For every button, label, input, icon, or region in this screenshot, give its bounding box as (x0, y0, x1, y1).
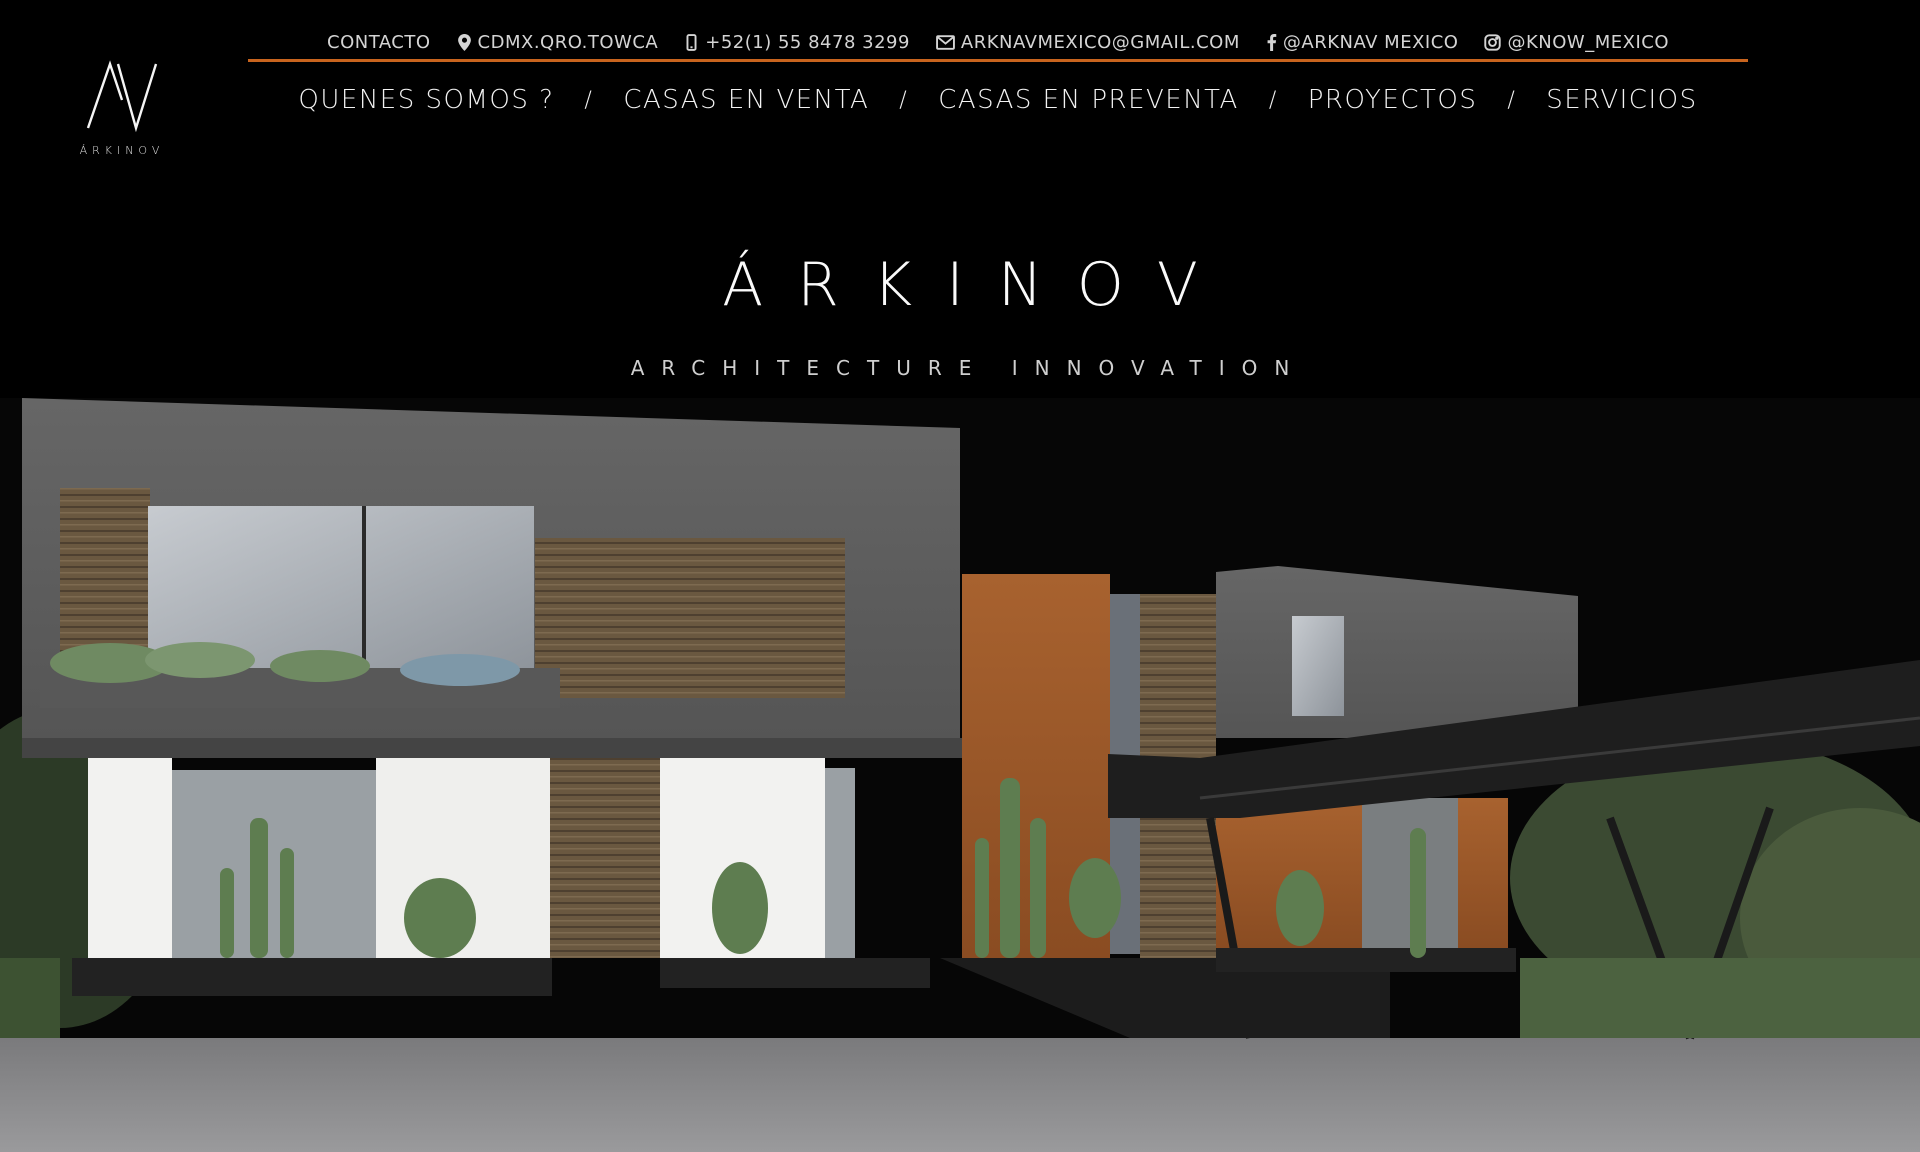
phone-link[interactable]: +52(1) 55 8478 3299 (684, 32, 910, 53)
phone-text: +52(1) 55 8478 3299 (705, 31, 910, 53)
nav-casas-en-venta[interactable]: CASAS EN VENTA (623, 85, 869, 115)
instagram-text: @KNOW_MEXICO (1507, 31, 1669, 53)
map-pin-icon (457, 33, 471, 51)
nav-quienes-somos[interactable]: QUENES SOMOS ? (298, 85, 554, 115)
nav-separator: / (584, 87, 594, 113)
envelope-icon (936, 34, 955, 50)
nav-separator: / (1268, 87, 1278, 113)
nav-casas-en-preventa[interactable]: CASAS EN PREVENTA (938, 85, 1239, 115)
page: ÁRKINOV CONTACTO CDMX.QRO.TOWCA +52(1) 5… (0, 0, 1920, 1152)
contact-bar: CONTACTO CDMX.QRO.TOWCA +52(1) 55 8478 3… (248, 22, 1748, 62)
location-text: CDMX.QRO.TOWCA (477, 31, 659, 53)
contact-label: CONTACTO (327, 31, 431, 53)
house-render-illustration (0, 398, 1920, 1152)
av-logo-mark-icon (86, 60, 158, 132)
instagram-icon (1484, 33, 1502, 51)
logo-wordmark: ÁRKINOV (79, 144, 165, 157)
hero-tagline: ARCHITECTURE INNOVATION (630, 356, 1307, 380)
facebook-link[interactable]: @ARKNAV MEXICO (1266, 32, 1459, 53)
hero-title: ÁRKINOV (722, 250, 1232, 320)
mobile-phone-icon (686, 33, 697, 51)
site-logo[interactable]: ÁRKINOV (62, 60, 182, 160)
location-info: CDMX.QRO.TOWCA (457, 32, 659, 53)
nav-servicios[interactable]: SERVICIOS (1546, 85, 1697, 115)
main-navigation: QUENES SOMOS ? / CASAS EN VENTA / CASAS … (248, 76, 1748, 124)
hero-house-image (0, 398, 1920, 1152)
nav-proyectos[interactable]: PROYECTOS (1308, 85, 1478, 115)
email-link[interactable]: ARKNAVMEXICO@GMAIL.COM (936, 32, 1240, 53)
accent-divider (248, 59, 1748, 62)
facebook-icon (1267, 33, 1277, 51)
facebook-text: @ARKNAV MEXICO (1282, 31, 1459, 53)
email-text: ARKNAVMEXICO@GMAIL.COM (960, 31, 1240, 53)
nav-separator: / (1507, 87, 1517, 113)
instagram-link[interactable]: @KNOW_MEXICO (1484, 32, 1669, 53)
contact-link[interactable]: CONTACTO (327, 32, 431, 53)
nav-separator: / (899, 87, 909, 113)
